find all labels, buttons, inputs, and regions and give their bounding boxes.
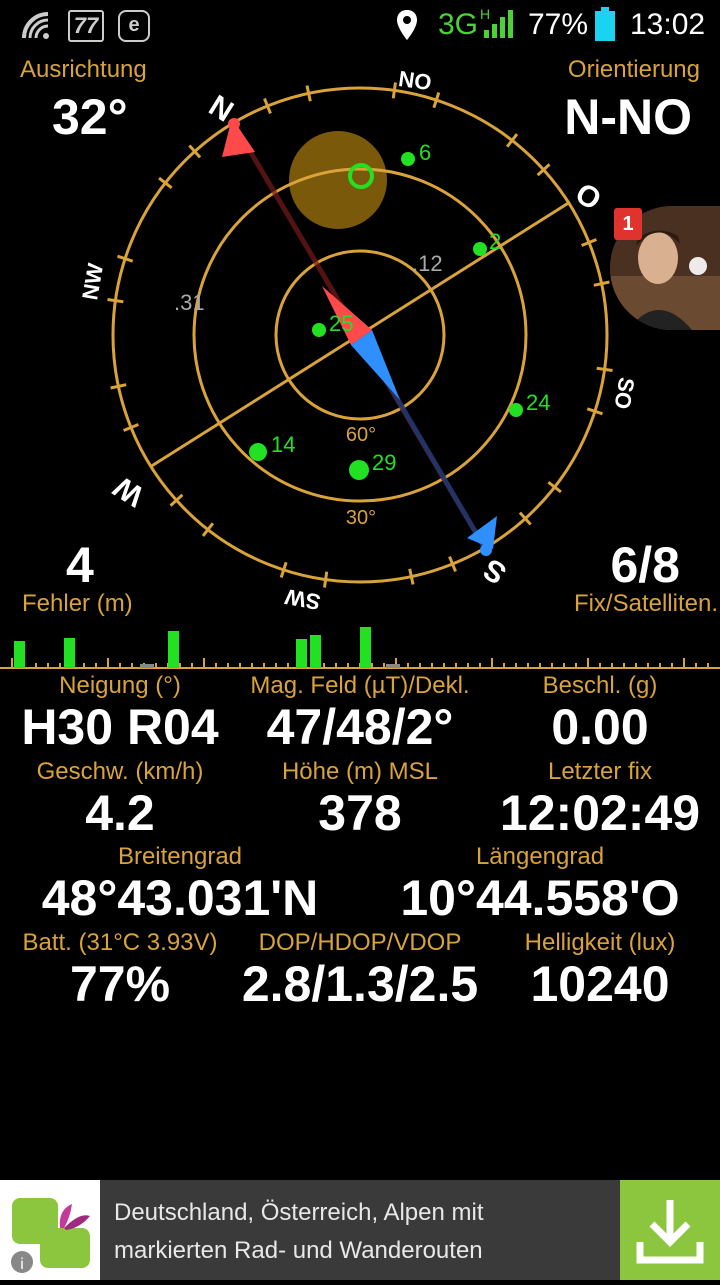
neigung-value: H30 R04: [21, 699, 219, 755]
dop-cell: DOP/HDOP/VDOP 2.8/1.3/2.5: [240, 929, 480, 1012]
geschw-label: Geschw. (km/h): [36, 758, 204, 785]
ring-label-60: 60°: [346, 424, 376, 446]
notification-count-badge: 1: [614, 208, 642, 240]
satellite-dot: [249, 443, 267, 461]
helligkeit-value: 10240: [530, 956, 670, 1012]
location-pin-icon: [397, 10, 417, 40]
signal-bar: [360, 627, 371, 668]
dir-sw: SW: [283, 584, 322, 612]
satellite-dot: [312, 323, 326, 337]
mag-feld-label: Mag. Feld (µT)/Dekl.: [250, 672, 470, 699]
signal-bar: [168, 631, 179, 668]
batt-value: 77%: [69, 956, 171, 1012]
beschl-label: Beschl. (g): [542, 672, 658, 699]
batt-label: Batt. (31°C 3.93V): [22, 929, 218, 956]
clock: 13:02: [630, 8, 706, 41]
satellite-unused-label: .12: [412, 251, 443, 276]
geschw-value: 4.2: [85, 785, 155, 841]
status-bar: 77 e 3G H 77% 13:02: [0, 0, 720, 52]
beschl-value: 0.00: [551, 699, 649, 755]
cell-signal-icon: [484, 10, 513, 38]
app-badge-icon: 77: [68, 10, 104, 42]
signal-bar: [64, 638, 75, 668]
neigung-label: Neigung (°): [59, 672, 181, 699]
signal-bar: [14, 641, 25, 668]
letzter-fix-cell: Letzter fix 12:02:49: [480, 758, 720, 841]
mag-feld-value: 47/48/2°: [266, 699, 454, 755]
satellite-label: 14: [271, 432, 295, 457]
gps-sky-compass: N NO O SO S SW W NW 60° 30° 6 2 25 24 14…: [77, 66, 639, 612]
satellite-dot: [349, 460, 369, 480]
satellite-dot: [509, 403, 523, 417]
compass-tick: [305, 85, 312, 102]
laengengrad-cell: Längengrad 10°44.558'O: [360, 843, 720, 926]
beschl-cell: Beschl. (g) 0.00: [480, 672, 720, 755]
satellite-label: 25: [329, 311, 353, 336]
satellite-unused-label: .31: [174, 290, 205, 315]
hoehe-cell: Höhe (m) MSL 378: [240, 758, 480, 841]
geschw-cell: Geschw. (km/h) 4.2: [0, 758, 240, 841]
ring-label-30: 30°: [346, 507, 376, 529]
compass-tick: [391, 82, 397, 99]
ad-line-1: Deutschland, Österreich, Alpen mit: [114, 1199, 484, 1226]
letzter-fix-value: 12:02:49: [499, 785, 701, 841]
butterfly-map-logo-icon: i: [11, 1198, 90, 1273]
compass-tick: [110, 383, 127, 390]
hoehe-label: Höhe (m) MSL: [281, 758, 439, 785]
network-type: 3G: [438, 8, 479, 41]
compass-tick: [323, 571, 329, 588]
compass-tick: [107, 298, 124, 304]
satellite-label: 6: [419, 140, 431, 165]
battery-icon: [595, 7, 615, 41]
letzter-fix-label: Letzter fix: [547, 758, 653, 785]
mag-feld-cell: Mag. Feld (µT)/Dekl. 47/48/2°: [240, 672, 480, 755]
download-icon: [636, 1200, 704, 1264]
download-button[interactable]: [620, 1180, 720, 1280]
signal-bar: [310, 635, 321, 668]
laengengrad-value: 10°44.558'O: [400, 870, 680, 926]
satellite-dot: [473, 242, 487, 256]
ad-line-2: markierten Rad- und Wanderouten: [114, 1237, 483, 1264]
dir-s: S: [478, 552, 512, 591]
dop-value: 2.8/1.3/2.5: [241, 956, 479, 1012]
dir-w: W: [108, 469, 150, 512]
dir-so: SO: [609, 375, 639, 411]
signal-bar-unused: [386, 664, 400, 668]
compass-tick: [408, 568, 415, 585]
compass-tick: [593, 280, 610, 287]
breitengrad-label: Breitengrad: [117, 843, 243, 870]
needle-south: [351, 330, 400, 400]
satellite-signal-bars: [0, 627, 720, 669]
ad-logo[interactable]: i: [0, 1180, 100, 1280]
north-dot: [228, 118, 240, 130]
neigung-cell: Neigung (°) H30 R04: [0, 672, 240, 755]
satellite-label: 24: [526, 390, 550, 415]
helligkeit-label: Helligkeit (lux): [524, 929, 676, 956]
signal-bar-unused: [140, 664, 154, 668]
ad-banner[interactable]: i Deutschland, Österreich, Alpen mit mar…: [0, 1180, 720, 1280]
breitengrad-value: 48°43.031'N: [41, 870, 319, 926]
fix-satellites-value: 6/8: [610, 537, 680, 593]
satellite-label: 2: [489, 229, 501, 254]
hoehe-value: 378: [318, 785, 402, 841]
dir-nw: NW: [77, 261, 108, 302]
satellite-label: 29: [372, 450, 396, 475]
signal-bar: [296, 639, 307, 668]
laengengrad-label: Längengrad: [475, 843, 605, 870]
e-notification-icon: e: [118, 10, 150, 42]
south-dot: [480, 544, 492, 556]
battery-percent: 77%: [528, 8, 589, 41]
dop-label: DOP/HDOP/VDOP: [258, 929, 462, 956]
fehler-value: 4: [66, 537, 94, 593]
helligkeit-cell: Helligkeit (lux) 10240: [480, 929, 720, 1012]
dir-no: NO: [397, 66, 433, 95]
wifi-signal-icon: [22, 12, 49, 39]
satellite-dot: [401, 152, 415, 166]
breitengrad-cell: Breitengrad 48°43.031'N: [0, 843, 360, 926]
svg-text:i: i: [20, 1256, 24, 1273]
compass-tick: [596, 366, 613, 372]
ad-text[interactable]: Deutschland, Österreich, Alpen mit marki…: [114, 1194, 614, 1270]
batt-cell: Batt. (31°C 3.93V) 77%: [0, 929, 240, 1012]
